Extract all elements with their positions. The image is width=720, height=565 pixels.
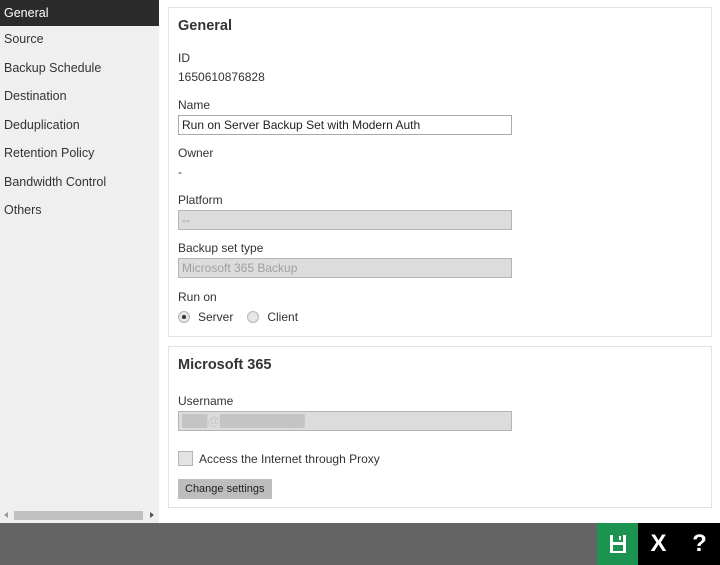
platform-label: Platform [178,193,223,207]
sidebar-item-destination[interactable]: Destination [0,83,159,112]
sidebar-item-backup-schedule[interactable]: Backup Schedule [0,55,159,84]
username-label: Username [178,394,234,408]
sidebar-item-source[interactable]: Source [0,26,159,55]
proxy-label[interactable]: Access the Internet through Proxy [199,452,380,466]
change-settings-button[interactable]: Change settings [178,479,272,499]
help-button[interactable]: ? [679,523,720,565]
platform-input [178,210,512,230]
microsoft-365-title: Microsoft 365 [178,357,272,373]
sidebar-horizontal-scrollbar[interactable] [0,509,159,523]
general-panel: General ID 1650610876828 Name Owner - Pl… [168,7,712,337]
run-on-client-label[interactable]: Client [267,310,298,324]
name-input[interactable] [178,115,512,135]
scroll-left-arrow-icon[interactable] [4,512,8,518]
backup-set-type-label: Backup set type [178,241,264,255]
name-label: Name [178,98,211,112]
id-value: 1650610876828 [178,70,265,84]
sidebar-item-deduplication[interactable]: Deduplication [0,112,159,141]
run-on-label: Run on [178,290,217,304]
general-title: General [178,18,232,34]
owner-value: - [178,165,182,179]
save-button[interactable] [597,523,638,565]
username-input [178,411,512,431]
run-on-client-radio[interactable] [247,311,260,323]
run-on-radio-group: Server Client [178,310,312,324]
backup-set-type-input [178,258,512,278]
id-label: ID [178,51,190,65]
floppy-disk-icon [609,535,626,553]
sidebar-item-others[interactable]: Others [0,197,159,226]
close-button[interactable]: X [638,523,679,565]
microsoft-365-panel: Microsoft 365 Username Access the Intern… [168,346,712,508]
sidebar-nav: General Source Backup Schedule Destinati… [0,0,159,523]
scroll-right-arrow-icon[interactable] [150,512,154,518]
sidebar-item-retention-policy[interactable]: Retention Policy [0,140,159,169]
main-content: General ID 1650610876828 Name Owner - Pl… [159,0,720,523]
run-on-server-label[interactable]: Server [198,310,233,324]
sidebar-item-bandwidth-control[interactable]: Bandwidth Control [0,169,159,198]
proxy-checkbox[interactable] [178,451,193,466]
run-on-server-radio[interactable] [178,311,190,323]
owner-label: Owner [178,146,214,160]
footer-bar: X ? [0,523,720,565]
scrollbar-thumb[interactable] [14,511,143,520]
sidebar-item-general[interactable]: General [0,0,159,26]
